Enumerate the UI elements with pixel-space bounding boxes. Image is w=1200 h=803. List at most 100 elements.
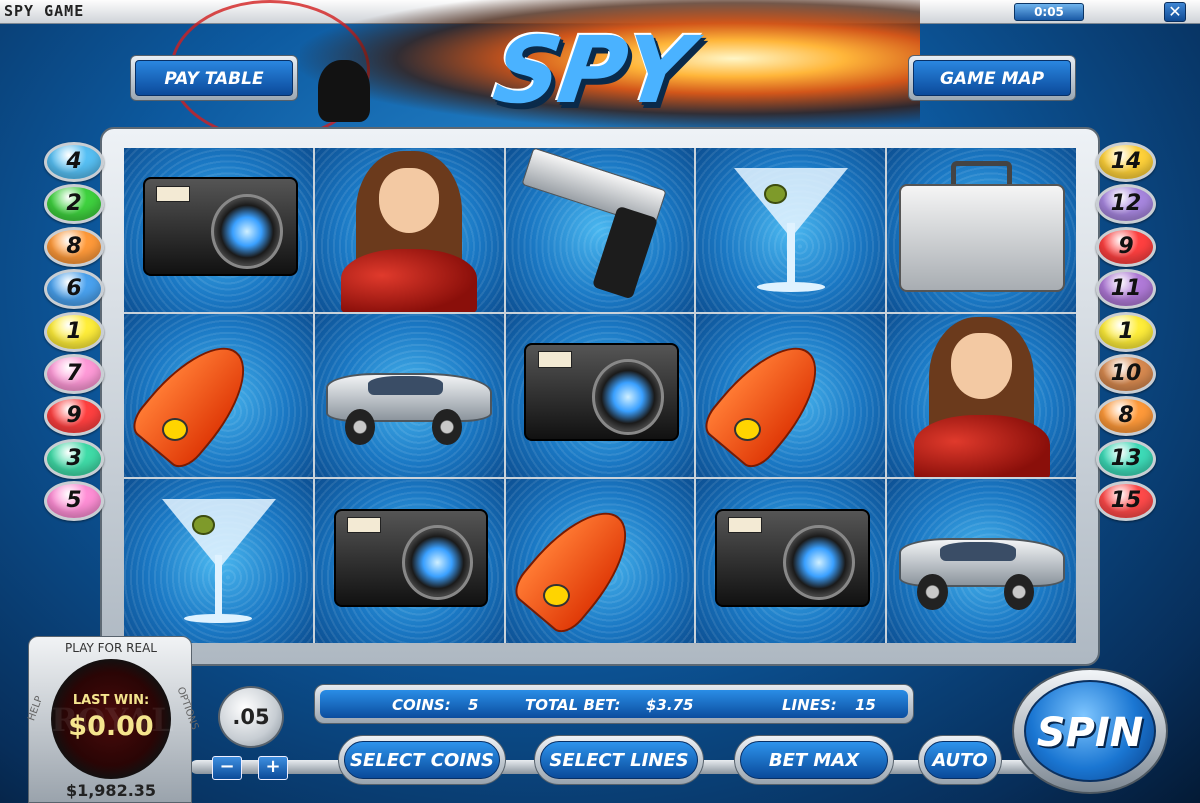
missile-rad-shape xyxy=(543,584,570,607)
missile-missile-shape xyxy=(507,492,648,640)
car-car-wheel2-shape xyxy=(1004,574,1035,611)
camera-cam-flash-shape xyxy=(346,516,381,534)
reel-cell-martini-symbol xyxy=(696,148,886,312)
payline-badge-right[interactable]: 9 xyxy=(1096,226,1156,267)
last-win-label: LAST WIN: xyxy=(72,693,150,708)
game-map-label: GAME MAP xyxy=(913,60,1071,96)
coin-value-display: .05 xyxy=(218,686,284,748)
payline-badge-right[interactable]: 1 xyxy=(1096,311,1156,352)
total-bet-value: $3.75 xyxy=(646,696,694,714)
martini-mart-base-shape xyxy=(756,282,825,292)
payline-badge-right[interactable]: 11 xyxy=(1096,269,1156,310)
payline-badge-right[interactable]: 14 xyxy=(1096,142,1156,182)
camera-cam-lens-shape xyxy=(592,359,665,435)
martini-mart-olive-shape xyxy=(191,515,215,535)
payline-badge-left[interactable]: 6 xyxy=(44,269,104,310)
select-coins-label: SELECT COINS xyxy=(344,741,500,779)
payline-badge-left[interactable]: 5 xyxy=(44,481,104,522)
payline-badge-left[interactable]: 2 xyxy=(44,184,104,225)
select-coins-button[interactable]: SELECT COINS xyxy=(338,735,506,785)
reel-cell-woman-symbol xyxy=(887,313,1076,478)
payline-badge-left[interactable]: 4 xyxy=(44,142,104,182)
payline-badge-left[interactable]: 1 xyxy=(44,311,104,352)
car-car-wheel1-shape xyxy=(345,408,376,445)
coins-label: COINS: xyxy=(392,696,451,714)
reel-cell-martini-symbol xyxy=(124,479,313,643)
car-car-wheel1-shape xyxy=(917,574,948,611)
briefcase-case-body-shape xyxy=(898,184,1065,292)
bet-info-panel: COINS: 5 TOTAL BET: $3.75 LINES: 15 xyxy=(320,690,908,718)
woman-face-shape xyxy=(951,333,1012,399)
bet-info-bar: COINS: 5 TOTAL BET: $3.75 LINES: 15 xyxy=(314,684,914,724)
martini-mart-base-shape xyxy=(184,613,253,624)
play-for-real-link[interactable]: PLAY FOR REAL xyxy=(29,641,193,655)
payline-badge-right[interactable]: 13 xyxy=(1096,438,1156,479)
session-timer: 0:05 xyxy=(1014,3,1084,21)
coin-decrease-button[interactable]: − xyxy=(212,756,242,780)
player-widget: PLAY FOR REAL HELP OPTIONS ROYAL LAST WI… xyxy=(26,636,200,803)
martini-mart-stem-shape xyxy=(214,554,223,617)
help-link[interactable]: HELP xyxy=(26,695,45,723)
reel-cell-briefcase-symbol xyxy=(887,148,1076,312)
payline-badge-right[interactable]: 10 xyxy=(1096,353,1156,394)
payline-badge-left[interactable]: 8 xyxy=(44,226,104,267)
reel-cell-missile-symbol xyxy=(696,313,886,478)
payline-badge-left[interactable]: 9 xyxy=(44,396,104,437)
coins-value: 5 xyxy=(468,696,479,714)
payline-badge-left[interactable]: 3 xyxy=(44,438,104,479)
payline-badge-left[interactable]: 7 xyxy=(44,353,104,394)
last-win-disc: ROYAL LAST WIN: $0.00 xyxy=(51,659,174,779)
martini-mart-stem-shape xyxy=(787,223,795,286)
missile-rad-shape xyxy=(734,418,761,442)
camera-cam-flash-shape xyxy=(156,185,191,202)
payline-badge-right[interactable]: 12 xyxy=(1096,184,1156,225)
woman-face-shape xyxy=(378,167,440,234)
last-win-value: $0.00 xyxy=(68,711,154,742)
reel-cell-camera-symbol xyxy=(124,148,313,312)
window-title: SPY GAME xyxy=(4,2,85,20)
select-lines-label: SELECT LINES xyxy=(540,741,698,779)
game-logo: SPY GAME xyxy=(423,17,731,234)
pay-table-button[interactable]: PAY TABLE xyxy=(130,55,298,101)
gun-gun-grip-shape xyxy=(591,205,658,300)
coin-increase-button[interactable]: + xyxy=(258,756,288,780)
martini-mart-olive-shape xyxy=(764,184,787,204)
lines-value: 15 xyxy=(855,696,876,714)
woman-bikini-shape xyxy=(913,415,1050,478)
car-car-window-shape xyxy=(940,541,1016,562)
lines-label: LINES: xyxy=(782,696,837,714)
bet-max-button[interactable]: BET MAX xyxy=(734,735,894,785)
car-car-window-shape xyxy=(367,375,444,396)
reel-cell-car-symbol xyxy=(887,479,1076,643)
reel-grid xyxy=(124,148,1076,643)
payline-badges-right: 14 12 9 11 1 10 8 13 15 xyxy=(1096,142,1156,524)
missile-missile-shape xyxy=(698,327,839,474)
payline-badges-left: 428617935 xyxy=(44,142,104,524)
camera-cam-flash-shape xyxy=(728,516,763,534)
reel-cell-woman-symbol xyxy=(314,148,504,312)
balance-value: $1,982.35 xyxy=(65,781,157,800)
select-lines-button[interactable]: SELECT LINES xyxy=(534,735,704,785)
woman-bikini-shape xyxy=(341,249,478,312)
reel-cell-camera-symbol xyxy=(314,479,504,643)
game-map-button[interactable]: GAME MAP xyxy=(908,55,1076,101)
camera-cam-lens-shape xyxy=(210,193,283,270)
reel-cell-camera-symbol xyxy=(505,313,695,478)
spin-button[interactable]: SPIN xyxy=(1012,668,1168,794)
payline-badge-right[interactable]: 15 xyxy=(1096,481,1156,522)
camera-cam-flash-shape xyxy=(537,351,572,368)
reel-cell-missile-symbol xyxy=(124,313,313,478)
missile-missile-shape xyxy=(125,327,266,474)
reel-cell-gun-symbol xyxy=(505,148,695,312)
auto-button[interactable]: AUTO xyxy=(918,735,1002,785)
reel-cell-car-symbol xyxy=(314,313,504,478)
bet-max-label: BET MAX xyxy=(740,741,888,779)
options-link[interactable]: OPTIONS xyxy=(175,686,201,732)
close-button[interactable]: ✕ xyxy=(1164,2,1186,22)
auto-label: AUTO xyxy=(924,741,996,779)
payline-badge-right[interactable]: 8 xyxy=(1096,396,1156,437)
camera-cam-lens-shape xyxy=(783,525,855,601)
car-car-wheel2-shape xyxy=(431,408,463,445)
reel-cell-camera-symbol xyxy=(696,479,886,643)
total-bet-label: TOTAL BET: xyxy=(525,696,621,714)
